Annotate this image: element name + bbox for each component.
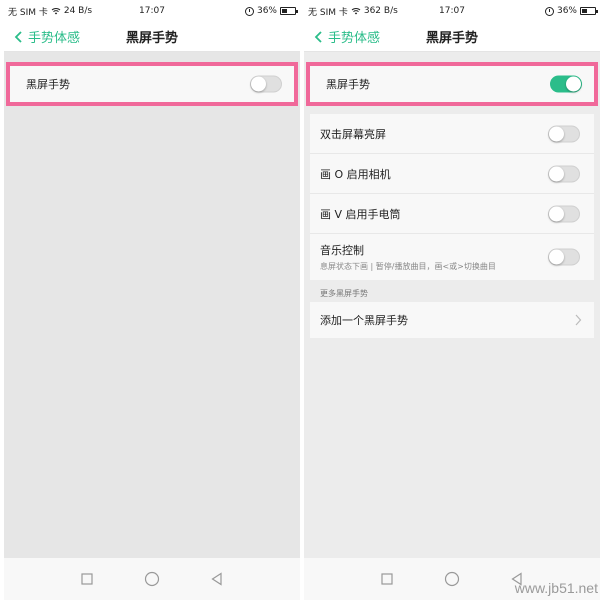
chevron-left-icon xyxy=(314,30,322,43)
back-nav-button[interactable] xyxy=(209,571,225,587)
switch-knob xyxy=(549,166,564,181)
highlight-frame xyxy=(306,62,598,106)
phone-screen-left: 无 SIM 卡 24 B/s 17:07 36% 手势体感 黑屏手势 黑屏手势 xyxy=(4,0,300,600)
gesture-list: 双击屏幕亮屏 画 O 启用相机 画 V 启用手电筒 音乐控制 息屏状态下画 | … xyxy=(310,114,594,280)
recent-apps-button[interactable] xyxy=(379,571,395,587)
chevron-left-icon xyxy=(14,30,22,43)
gesture-switch[interactable] xyxy=(548,248,580,266)
back-label: 手势体感 xyxy=(28,31,81,46)
system-nav-bar xyxy=(4,558,300,600)
settings-content: 黑屏手势 xyxy=(4,52,300,558)
section-header: 更多黑屏手势 xyxy=(320,289,368,298)
home-button[interactable] xyxy=(144,571,160,587)
square-icon xyxy=(81,573,93,585)
battery-icon xyxy=(280,7,298,15)
battery-icon xyxy=(580,7,598,15)
square-icon xyxy=(381,573,393,585)
title-bar: 手势体感 黑屏手势 xyxy=(304,22,600,52)
phone-screen-right: 无 SIM 卡 362 B/s 17:07 36% 手势体感 黑屏手势 黑屏手势 xyxy=(304,0,600,600)
triangle-back-icon xyxy=(211,572,222,586)
watermark-text: www.jb51.net xyxy=(514,580,598,596)
highlight-frame xyxy=(6,62,298,106)
switch-knob xyxy=(549,126,564,141)
list-item[interactable]: 画 V 启用手电筒 xyxy=(310,194,594,234)
status-time: 17:07 xyxy=(139,6,165,16)
title-bar: 手势体感 黑屏手势 xyxy=(4,22,300,52)
switch-knob xyxy=(549,249,564,265)
gesture-switch[interactable] xyxy=(548,125,580,142)
chevron-right-icon xyxy=(575,314,582,326)
add-gesture-label: 添加一个黑屏手势 xyxy=(320,314,408,327)
list-item[interactable]: 双击屏幕亮屏 xyxy=(310,114,594,154)
circle-icon xyxy=(444,571,460,587)
status-bar: 无 SIM 卡 362 B/s 17:07 36% xyxy=(304,0,600,22)
circle-icon xyxy=(144,571,160,587)
status-bar: 无 SIM 卡 24 B/s 17:07 36% xyxy=(4,0,300,22)
gesture-switch[interactable] xyxy=(548,205,580,222)
add-gesture-button[interactable]: 添加一个黑屏手势 xyxy=(310,302,594,338)
switch-knob xyxy=(549,206,564,221)
gesture-switch[interactable] xyxy=(548,165,580,182)
back-button[interactable]: 手势体感 xyxy=(304,27,380,46)
status-time: 17:07 xyxy=(439,6,465,16)
home-button[interactable] xyxy=(444,571,460,587)
back-button[interactable]: 手势体感 xyxy=(4,27,80,46)
back-label: 手势体感 xyxy=(328,31,381,46)
settings-content: 黑屏手势 双击屏幕亮屏 画 O 启用相机 画 V 启用手电筒 音乐控制 息屏状态… xyxy=(304,52,600,558)
alarm-icon xyxy=(544,6,554,16)
list-item[interactable]: 音乐控制 息屏状态下画 | 暂停/播放曲目，画<或>切换曲目 xyxy=(310,234,594,280)
recent-apps-button[interactable] xyxy=(79,571,95,587)
alarm-icon xyxy=(244,6,254,16)
list-item[interactable]: 画 O 启用相机 xyxy=(310,154,594,194)
